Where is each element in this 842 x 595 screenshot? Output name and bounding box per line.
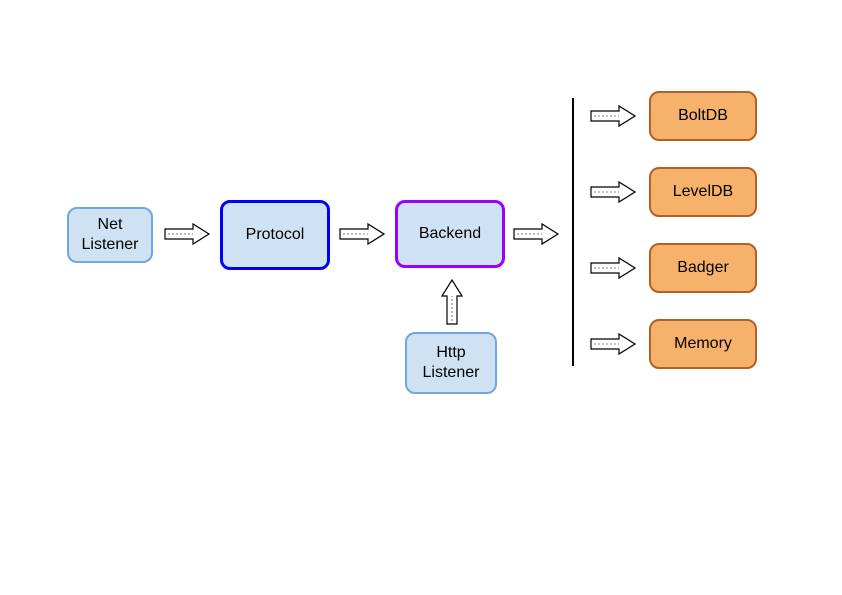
arrow-to-badger bbox=[589, 256, 637, 280]
arrow-protocol-to-backend bbox=[338, 222, 386, 246]
arrow-http-to-backend bbox=[440, 278, 464, 326]
arrow-net-to-protocol bbox=[163, 222, 211, 246]
arrow-to-leveldb bbox=[589, 180, 637, 204]
node-protocol: Protocol bbox=[220, 200, 330, 270]
arrow-backend-to-divider bbox=[512, 222, 560, 246]
node-backend: Backend bbox=[395, 200, 505, 268]
node-leveldb: LevelDB bbox=[649, 167, 757, 217]
arrow-to-boltdb bbox=[589, 104, 637, 128]
divider-line bbox=[572, 98, 574, 366]
node-boltdb: BoltDB bbox=[649, 91, 757, 141]
arrow-to-memory bbox=[589, 332, 637, 356]
node-net-listener: NetListener bbox=[67, 207, 153, 263]
node-badger: Badger bbox=[649, 243, 757, 293]
node-memory: Memory bbox=[649, 319, 757, 369]
node-http-listener: HttpListener bbox=[405, 332, 497, 394]
